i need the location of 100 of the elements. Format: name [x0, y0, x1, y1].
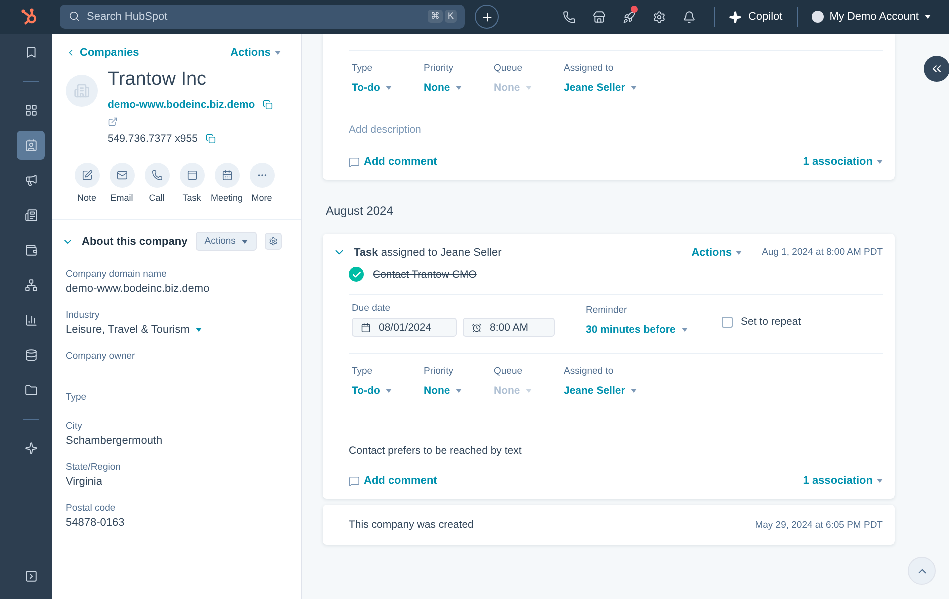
company-name: Trantow Inc	[108, 69, 208, 91]
complete-check-icon[interactable]	[349, 267, 364, 282]
wallet-icon	[24, 244, 38, 257]
quick-action-button[interactable]: Email	[105, 163, 139, 203]
account-menu[interactable]: My Demo Account	[808, 11, 935, 23]
section-title: About this company	[82, 236, 188, 248]
task-icon	[186, 170, 198, 181]
field-dropdown[interactable]: To-do	[352, 385, 392, 397]
quick-action-button[interactable]: Call	[140, 163, 174, 203]
copy-icon	[206, 134, 216, 144]
caret-icon	[456, 389, 462, 393]
quick-action-button[interactable]: Note	[70, 163, 104, 203]
comment-icon	[349, 476, 360, 486]
field-label: Assigned to	[564, 366, 615, 377]
domain-link[interactable]: demo-www.bodeinc.biz.demo	[108, 99, 256, 111]
folder-icon	[24, 384, 38, 397]
alarm-clock-icon	[472, 322, 482, 332]
phone-icon	[562, 10, 576, 24]
shortcut-key: ⌘	[428, 10, 443, 23]
field-dropdown[interactable]: None	[424, 385, 462, 397]
sparkle-icon	[729, 10, 742, 24]
checkbox-label: Set to repeat	[741, 316, 802, 328]
breadcrumb-link[interactable]: Companies	[66, 47, 140, 59]
repeat-checkbox[interactable]	[722, 316, 733, 328]
add-comment-link[interactable]: Add comment	[349, 156, 438, 168]
bar-chart-icon	[24, 314, 38, 327]
store-icon	[592, 10, 606, 24]
caret-icon	[242, 240, 248, 244]
field-dropdown[interactable]: To-do	[352, 82, 392, 94]
field-label: Priority	[424, 63, 455, 74]
association-dropdown[interactable]: 1 association	[803, 475, 883, 487]
field-label: Assigned to	[564, 63, 615, 74]
phone-icon	[152, 170, 162, 181]
network-icon	[24, 279, 38, 292]
quick-action-button[interactable]: More	[245, 163, 279, 203]
association-dropdown[interactable]: 1 association	[803, 156, 883, 168]
property-value: Schambergermouth	[66, 435, 164, 447]
caret-icon	[736, 250, 742, 254]
property-label: Company domain name	[66, 269, 168, 280]
property-value: 54878-0163	[66, 517, 126, 529]
date-field[interactable]: 08/01/2024	[352, 318, 457, 337]
bookmark-icon	[24, 46, 38, 59]
field-label: Type	[352, 366, 374, 377]
calendar-icon	[222, 170, 232, 181]
mail-icon	[116, 170, 128, 181]
plus-icon	[480, 10, 494, 24]
nav-button[interactable]	[17, 131, 45, 160]
task-description: Contact prefers to be reached by text	[349, 445, 523, 457]
field-label: Queue	[494, 63, 524, 74]
property-label: Company owner	[66, 351, 136, 362]
settings-icon	[268, 237, 278, 246]
actions-dropdown[interactable]: Actions	[196, 232, 257, 251]
caret-icon	[275, 51, 281, 55]
field-dropdown[interactable]: Jeane Seller	[564, 385, 638, 397]
field-label: Type	[352, 63, 374, 74]
copilot-button[interactable]: Copilot	[725, 10, 787, 24]
reminder-dropdown[interactable]: 30 minutes before	[586, 324, 688, 336]
phone-number: 549.736.7377 x955	[108, 133, 198, 145]
property-value: demo-www.bodeinc.biz.demo	[66, 283, 211, 295]
copy-icon	[263, 100, 274, 110]
add-button[interactable]	[475, 5, 499, 29]
timestamp: May 29, 2024 at 6:05 PM PDT	[755, 520, 883, 530]
time-field[interactable]: 8:00 AM	[463, 318, 555, 337]
field-label: Reminder	[586, 305, 628, 316]
property-label: Type	[66, 392, 88, 403]
caret-icon	[456, 86, 462, 90]
caret-icon	[386, 86, 392, 90]
caret-icon	[196, 328, 202, 332]
task-title: Contact Trantow CMO	[373, 268, 477, 280]
caret-icon	[877, 479, 883, 483]
rocket-icon	[622, 10, 636, 24]
field-dropdown[interactable]: Jeane Seller	[564, 82, 638, 94]
caret-icon	[877, 160, 883, 164]
quick-action-button[interactable]: Task	[175, 163, 209, 203]
actions-dropdown[interactable]: Actions	[692, 246, 742, 258]
actions-dropdown[interactable]: Actions	[230, 47, 281, 59]
bell-icon	[682, 10, 696, 24]
property-label: Postal code	[66, 503, 117, 514]
document-icon	[24, 209, 38, 222]
field-dropdown[interactable]: None	[424, 82, 462, 94]
settings-icon	[652, 10, 666, 24]
collapse-button[interactable]	[924, 56, 949, 82]
property-dropdown[interactable]: Leisure, Travel & Tourism	[66, 324, 202, 336]
caret-icon	[631, 389, 638, 393]
timestamp: Aug 1, 2024 at 8:00 AM PDT	[762, 247, 883, 258]
property-value: Virginia	[66, 476, 104, 488]
caret-icon	[925, 15, 931, 19]
field-label: Queue	[494, 366, 524, 377]
caret-icon	[526, 389, 532, 393]
quick-action-button[interactable]: Meeting	[210, 163, 244, 203]
calendar-icon	[361, 322, 371, 332]
database-icon	[24, 349, 38, 362]
add-comment-link[interactable]: Add comment	[349, 475, 438, 487]
caret-icon	[526, 86, 532, 90]
megaphone-icon	[24, 174, 38, 187]
caret-icon	[631, 86, 638, 90]
property-label: City	[66, 421, 84, 432]
settings-button[interactable]	[264, 233, 282, 250]
field-label: Due date	[352, 303, 392, 314]
caret-icon	[682, 328, 688, 332]
